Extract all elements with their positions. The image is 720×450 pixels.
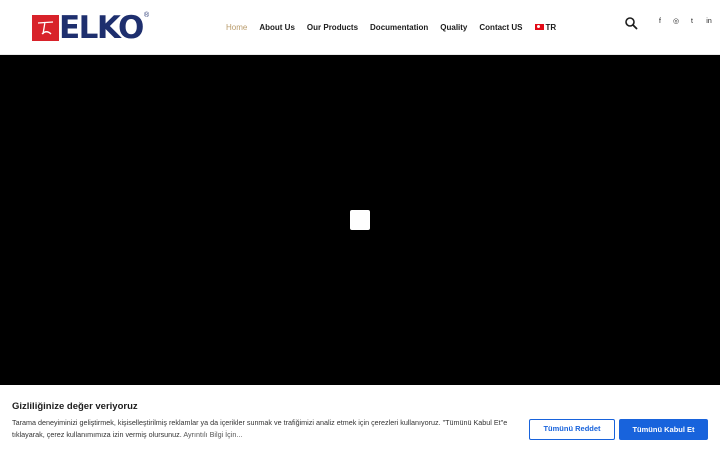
cookie-banner: Gizliliğinize değer veriyoruz Tarama den… bbox=[0, 385, 720, 450]
cookie-description: Tarama deneyiminizi geliştirmek, kişisel… bbox=[12, 417, 522, 441]
cookie-details-link[interactable]: Ayrıntılı Bilgi İçin... bbox=[183, 430, 242, 439]
turkey-flag-icon bbox=[534, 24, 544, 30]
registered-mark: ® bbox=[144, 12, 150, 19]
nav-item-contact-us[interactable]: Contact US bbox=[479, 23, 522, 32]
logo-mark bbox=[32, 15, 59, 41]
logo-signature-icon bbox=[37, 21, 54, 35]
elko-logo[interactable]: ELKO ® bbox=[32, 10, 150, 46]
nav-item-home[interactable]: Home bbox=[226, 23, 247, 32]
accept-all-button[interactable]: Tümünü Kabul Et bbox=[619, 419, 708, 440]
language-switcher[interactable]: TR bbox=[534, 22, 557, 32]
site-header: ELKO ® Home About Us Our Products Docume… bbox=[0, 0, 720, 55]
language-label: TR bbox=[545, 22, 557, 32]
nav-item-about-us[interactable]: About Us bbox=[259, 23, 295, 32]
logo-text: ELKO bbox=[59, 10, 144, 46]
search-icon[interactable] bbox=[624, 16, 638, 30]
hero-video[interactable] bbox=[0, 55, 720, 385]
nav-item-documentation[interactable]: Documentation bbox=[370, 23, 428, 32]
facebook-icon[interactable]: f bbox=[655, 17, 665, 27]
linkedin-icon[interactable]: in bbox=[704, 17, 714, 27]
cookie-text: Tarama deneyiminizi geliştirmek, kişisel… bbox=[12, 418, 508, 439]
instagram-icon[interactable]: ◎ bbox=[671, 17, 681, 27]
cookie-title: Gizliliğinize değer veriyoruz bbox=[12, 401, 138, 412]
twitter-icon[interactable]: t bbox=[687, 17, 697, 27]
main-nav: Home About Us Our Products Documentation… bbox=[226, 20, 556, 34]
nav-item-our-products[interactable]: Our Products bbox=[307, 23, 358, 32]
video-play-button[interactable] bbox=[350, 210, 370, 230]
nav-item-quality[interactable]: Quality bbox=[440, 23, 467, 32]
reject-all-button[interactable]: Tümünü Reddet bbox=[529, 419, 615, 440]
